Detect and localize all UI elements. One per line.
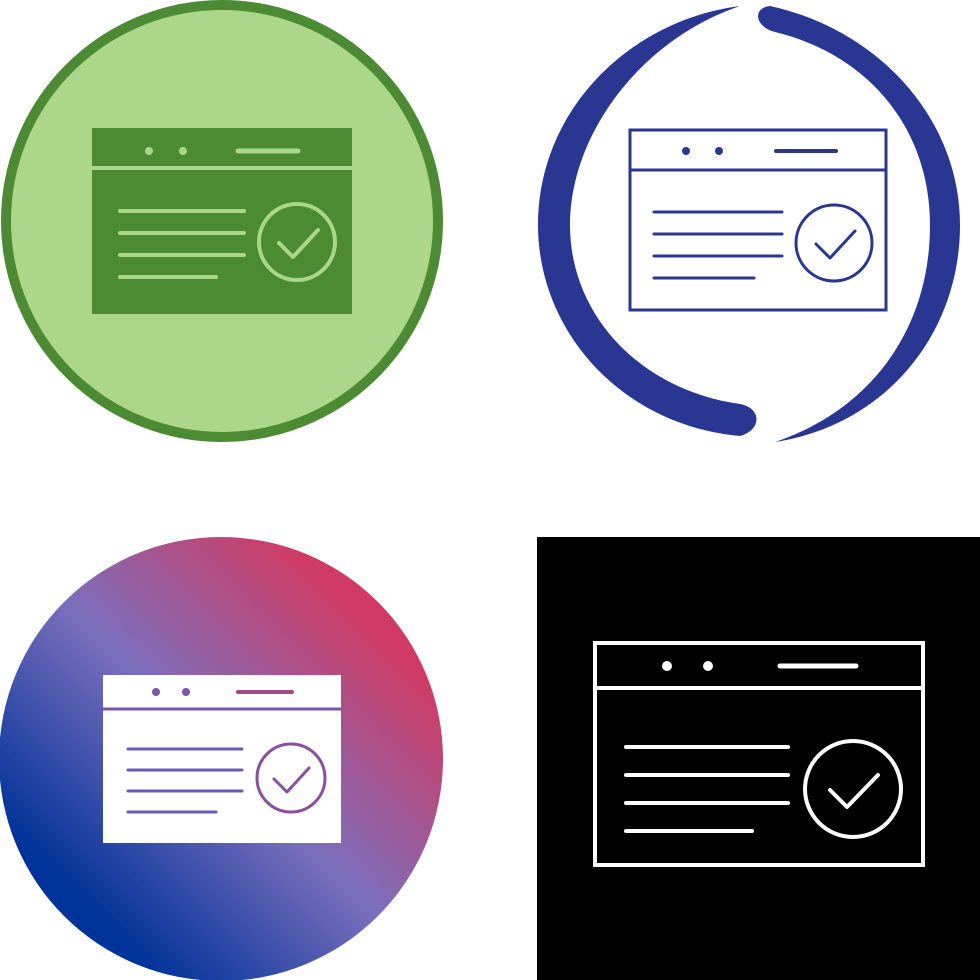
window-dot-1 [145, 147, 153, 155]
window-dot-2 [182, 688, 190, 696]
icon-variant-blue-arc [490, 0, 980, 490]
browser-window [103, 675, 341, 843]
window-dot-1 [662, 661, 672, 671]
browser-window [92, 128, 352, 314]
icon-variant-black-square [490, 490, 980, 980]
window-dot-1 [682, 147, 690, 155]
icon-variant-green-circle [0, 0, 490, 490]
browser-check-icon [1, 0, 443, 442]
window-dot-2 [715, 147, 723, 155]
browser-check-icon [0, 537, 443, 980]
window-dot-1 [152, 688, 160, 696]
background-square [537, 537, 980, 980]
check-circle-icon [794, 203, 874, 283]
browser-window [628, 128, 888, 312]
browser-check-icon [537, 537, 980, 980]
window-dot-2 [179, 147, 187, 155]
text-lines [652, 210, 784, 280]
arc-ring [538, 6, 960, 442]
window-dot-2 [703, 661, 713, 671]
browser-check-icon [538, 6, 960, 442]
icon-variant-gradient-circle [0, 490, 490, 980]
